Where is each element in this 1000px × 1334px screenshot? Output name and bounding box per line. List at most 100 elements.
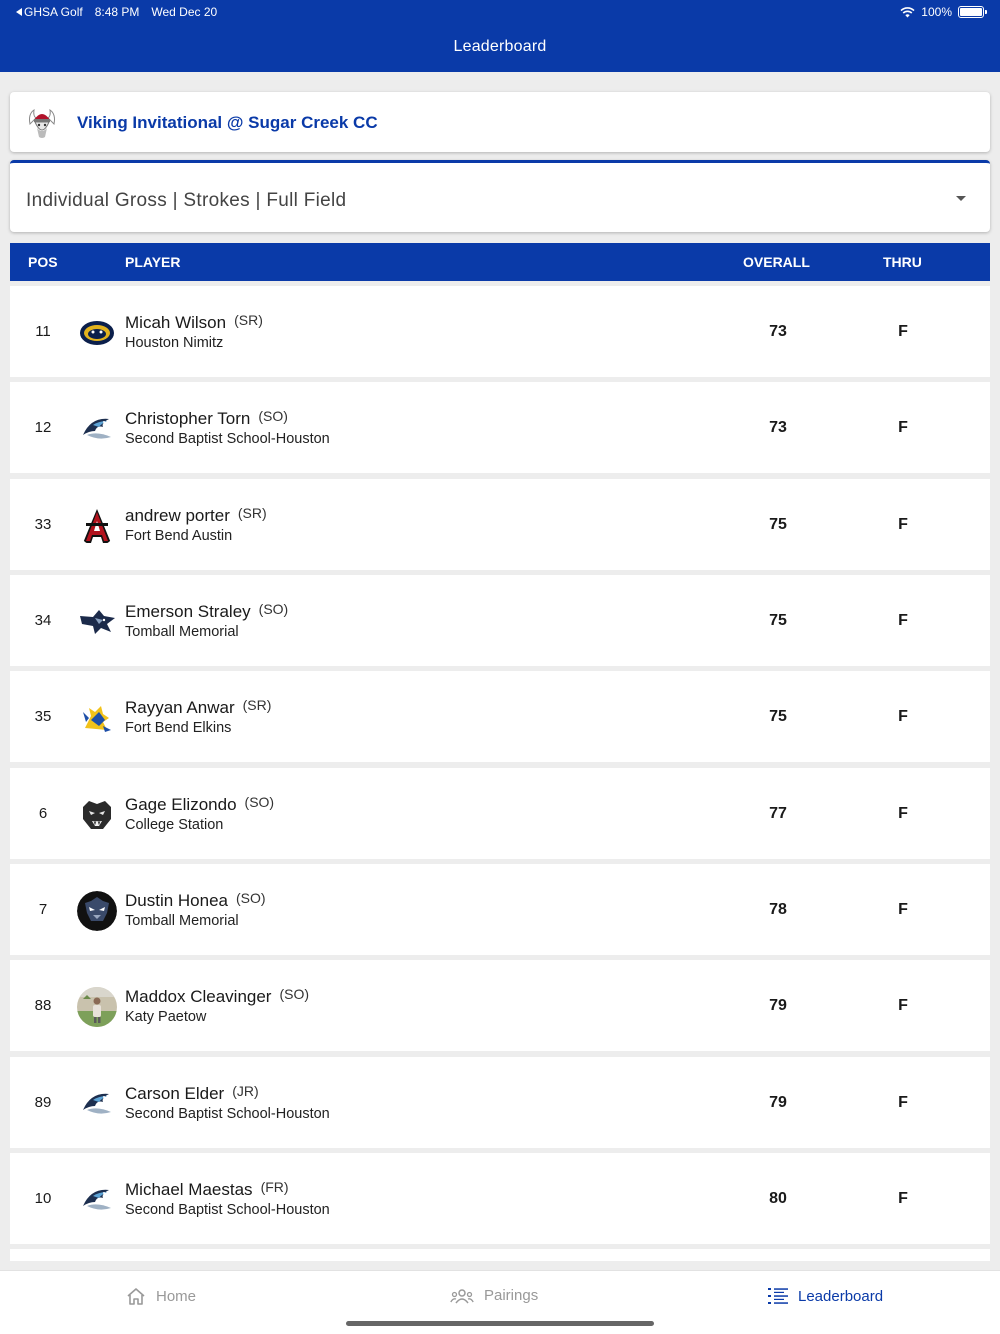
tab-home-label: Home	[156, 1287, 197, 1305]
navigation-bar: GHSA Golf 8:48 PM Wed Dec 20 100% Leader…	[0, 0, 1000, 72]
row-position: 33	[34, 515, 52, 533]
overall-score: 73	[769, 323, 787, 340]
tab-leaderboard-label: Leaderboard	[798, 1287, 884, 1305]
player-grade: (SO)	[279, 986, 310, 1003]
overall-score: 75	[769, 708, 787, 726]
status-bar: GHSA Golf 8:48 PM Wed Dec 20 100%	[0, 0, 1000, 24]
row-position: 35	[34, 708, 52, 726]
player-name: Carson Elder	[125, 1083, 225, 1103]
player-grade: (SR)	[237, 504, 267, 521]
column-header-thru: THRU	[883, 254, 922, 270]
player-school: Second Baptist School-Houston	[125, 1202, 330, 1219]
table-row[interactable]: 35 Rayyan Anwar (SR) Fort Bend Elkins 75 …	[10, 671, 990, 763]
status-date: Wed Dec 20	[151, 5, 218, 19]
player-school: Katy Paetow	[125, 1009, 207, 1026]
back-to-app-link[interactable]: GHSA Golf	[16, 5, 83, 19]
player-grade: (SO)	[244, 793, 275, 810]
tournament-name: Viking Invitational @ Sugar Creek CC	[77, 113, 378, 132]
column-header-overall: OVERALL	[743, 254, 810, 270]
row-position: 89	[34, 1093, 52, 1111]
player-name-line: Micah Wilson (SR)	[125, 312, 263, 333]
player-school: Tomball Memorial	[125, 913, 239, 930]
tab-leaderboard[interactable]: Leaderboard	[768, 1287, 883, 1305]
row-position: 10	[34, 1190, 52, 1208]
tab-pairings[interactable]: Pairings	[450, 1287, 538, 1304]
wifi-icon	[900, 6, 915, 17]
overall-score: 80	[769, 1190, 787, 1208]
player-grade: (SO)	[258, 601, 289, 618]
tournament-card: Viking Invitational @ Sugar Creek CC	[10, 92, 990, 152]
table-row[interactable]: 7 Dustin Honea (SO) Tomball Memorial 78 F	[10, 864, 990, 956]
player-name-line: andrew porter (SR)	[125, 504, 267, 526]
row-position: 12	[34, 419, 52, 437]
player-school: Second Baptist School-Houston	[125, 431, 330, 448]
player-name-line: Emerson Straley (SO)	[125, 601, 289, 622]
chevron-down-icon	[956, 196, 966, 201]
leaderboard-list: 11 Micah Wilson (SR) Houston Nimitz 73 F …	[10, 286, 990, 1262]
back-arrow-icon	[16, 8, 22, 16]
home-indicator[interactable]	[346, 1321, 654, 1326]
table-row[interactable]: 10 Michael Maestas (FR) Second Baptist Sc…	[10, 1153, 990, 1245]
player-name-line: Rayyan Anwar (SR)	[125, 697, 272, 718]
player-name: Christopher Torn	[125, 409, 251, 429]
overall-score: 75	[769, 612, 787, 630]
eagle-logo-icon	[77, 1083, 117, 1124]
thru-status: F	[898, 997, 908, 1015]
player-name-line: Christopher Torn (SO)	[125, 408, 288, 429]
eagle-logo-icon	[77, 1180, 117, 1221]
status-time: 8:48 PM	[94, 5, 140, 19]
row-position: 88	[34, 997, 52, 1015]
battery-percentage: 100%	[921, 5, 952, 19]
thru-status: F	[898, 901, 908, 919]
table-row[interactable]: 6 Gage Elizondo (SO) College Station 77 F	[10, 767, 990, 859]
table-row[interactable]: 11 Micah Wilson (SR) Houston Nimitz 73 F	[10, 286, 990, 377]
overall-score: 75	[769, 515, 787, 533]
thru-status: F	[898, 515, 908, 533]
table-row[interactable]: 88 Maddox Cleavinger (SO) Katy Paetow 79 …	[10, 960, 990, 1052]
leaderboard-filter-select[interactable]: Individual Gross | Strokes | Full Field	[10, 160, 990, 232]
player-photo	[77, 987, 117, 1028]
back-app-label: GHSA Golf	[24, 5, 83, 19]
thru-status: F	[898, 323, 908, 340]
column-header-player: PLAYER	[125, 254, 181, 270]
thru-status: F	[898, 1093, 908, 1111]
table-row[interactable]: 12 Christopher Torn (SO) Second Baptist S…	[10, 382, 990, 474]
table-row[interactable]: 89 Carson Elder (JR) Second Baptist Schoo…	[10, 1056, 990, 1148]
tab-pairings-label: Pairings	[484, 1287, 539, 1304]
people-icon	[450, 1288, 474, 1303]
player-name-line: Carson Elder (JR)	[125, 1083, 259, 1104]
row-position: 7	[38, 901, 48, 919]
wildcat-logo-icon	[77, 602, 117, 643]
list-icon	[768, 1288, 788, 1304]
player-name-line: Michael Maestas (FR)	[125, 1179, 289, 1200]
player-school: Second Baptist School-Houston	[125, 1105, 330, 1122]
tab-home[interactable]: Home	[126, 1287, 196, 1305]
player-name: andrew porter	[125, 505, 230, 525]
list-item-partial	[10, 1249, 990, 1262]
player-name: Gage Elizondo	[125, 794, 237, 814]
thru-status: F	[898, 1190, 908, 1208]
row-position: 34	[34, 612, 52, 630]
player-name: Michael Maestas	[125, 1180, 253, 1200]
thru-status: F	[898, 708, 908, 726]
overall-score: 77	[769, 804, 787, 822]
player-grade: (SO)	[236, 890, 266, 907]
player-school: Houston Nimitz	[125, 335, 224, 351]
player-school: College Station	[125, 816, 224, 833]
row-position: 6	[38, 804, 48, 822]
overall-score: 78	[769, 901, 787, 919]
player-school: Fort Bend Elkins	[125, 720, 232, 737]
table-row[interactable]: 33 andrew porter (SR) Fort Bend Austin 75…	[10, 478, 990, 570]
player-name-line: Maddox Cleavinger (SO)	[125, 986, 310, 1007]
wildcat-dark-logo-icon	[77, 891, 117, 932]
table-row[interactable]: 34 Emerson Straley (SO) Tomball Memorial …	[10, 575, 990, 667]
player-grade: (SR)	[242, 697, 272, 714]
overall-score: 73	[769, 419, 787, 437]
thru-status: F	[898, 804, 908, 822]
overall-score: 79	[769, 1093, 787, 1111]
leaderboard-header: POS PLAYER OVERALL THRU	[10, 243, 990, 281]
row-position: 11	[35, 323, 51, 340]
player-name: Micah Wilson	[125, 313, 227, 332]
cougar-logo-icon	[77, 794, 117, 835]
player-name: Dustin Honea	[125, 891, 229, 911]
